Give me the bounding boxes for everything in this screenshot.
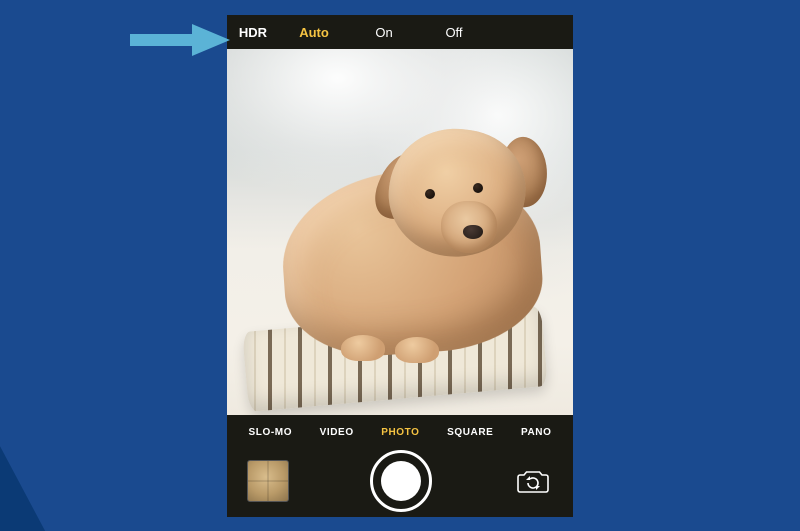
capture-mode-row: SLO-MO VIDEO PHOTO SQUARE PANO [227, 415, 573, 449]
mode-slo-mo[interactable]: SLO-MO [242, 427, 298, 438]
controls-row [227, 449, 573, 517]
switch-camera-icon [516, 468, 550, 494]
hdr-option-auto[interactable]: Auto [279, 15, 349, 49]
puppy-paw-1 [341, 335, 385, 361]
mode-square[interactable]: SQUARE [441, 427, 499, 438]
hdr-option-off[interactable]: Off [419, 15, 489, 49]
switch-camera-button[interactable] [513, 461, 553, 501]
shutter-button[interactable] [370, 450, 432, 512]
slide-background: HDR Auto On Off SLO-MO VIDEO PHOTO SQUAR… [0, 0, 800, 531]
mode-pano[interactable]: PANO [515, 427, 558, 438]
puppy-nose [463, 225, 483, 239]
camera-viewfinder[interactable] [227, 49, 573, 415]
mode-video[interactable]: VIDEO [314, 427, 360, 438]
shutter-icon [381, 461, 421, 501]
mode-photo[interactable]: PHOTO [375, 427, 425, 438]
hdr-bar: HDR Auto On Off [227, 15, 573, 49]
gallery-thumbnail[interactable] [247, 460, 289, 502]
hdr-option-on[interactable]: On [349, 15, 419, 49]
hdr-label[interactable]: HDR [227, 15, 279, 49]
arrow-icon [130, 22, 230, 58]
puppy-paw-2 [395, 337, 439, 363]
annotation-arrow [130, 22, 230, 63]
camera-app-screen: HDR Auto On Off SLO-MO VIDEO PHOTO SQUAR… [227, 15, 573, 517]
puppy-eye-left [425, 189, 435, 199]
puppy-eye-right [473, 183, 483, 193]
